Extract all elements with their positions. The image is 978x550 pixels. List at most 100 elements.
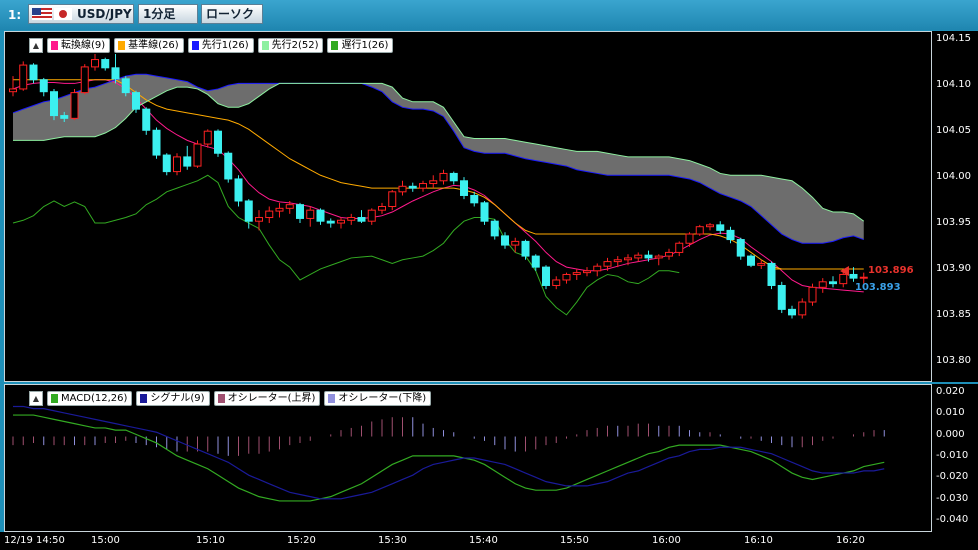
candle (142, 107, 151, 135)
chart-type-selector[interactable]: ローソク (201, 4, 263, 24)
candle (214, 129, 222, 157)
price-tick-label: 103.95 (936, 216, 971, 228)
bid-price-tag: 103.893 (855, 282, 901, 293)
candle (337, 217, 345, 229)
candle (91, 54, 99, 71)
time-tick-label: 12/19 14:50 (4, 535, 65, 546)
macd-panel[interactable]: ▲ MACD(12,26) シグナル(9) オシレーター(上昇) オシレーター(下降) (4, 384, 932, 532)
candle (593, 263, 602, 277)
color-swatch-icon (331, 41, 339, 50)
legend-label: シグナル(9) (150, 393, 205, 404)
time-tick-label: 15:20 (287, 535, 316, 546)
candle (152, 127, 161, 159)
candle (654, 254, 663, 266)
candle (419, 180, 427, 192)
candle (39, 77, 48, 97)
candle (736, 237, 745, 260)
color-swatch-icon (140, 394, 148, 403)
candle (80, 64, 89, 95)
candle (378, 202, 386, 214)
candle (777, 281, 786, 314)
title-bar: 1: USD/JPY 1分足 ローソク (0, 0, 978, 30)
macd-svg (12, 405, 885, 502)
candle (716, 221, 725, 235)
candle (111, 54, 120, 84)
time-tick-label: 15:00 (91, 535, 120, 546)
price-legend: ▲ 転換線(9) 基準線(26) 先行1(26) 先行2(52) 遅行1(26) (29, 38, 394, 53)
time-tick-label: 15:40 (469, 535, 498, 546)
color-swatch-icon (51, 394, 58, 403)
macd-tick-label: 0.010 (936, 407, 965, 419)
price-legend-item-4[interactable]: 遅行1(26) (327, 38, 394, 53)
macd-legend-item-2[interactable]: オシレーター(上昇) (213, 391, 321, 406)
collapse-macd-legend-button[interactable]: ▲ (29, 391, 43, 406)
legend-label: 基準線(26) (128, 40, 179, 51)
macd-legend: ▲ MACD(12,26) シグナル(9) オシレーター(上昇) オシレーター(下降) (29, 391, 432, 406)
price-legend-item-0[interactable]: 転換線(9) (47, 38, 111, 53)
candle (511, 237, 520, 253)
macd-tick-label: -0.010 (936, 450, 969, 461)
candle (234, 175, 243, 207)
price-tick-label: 103.80 (936, 354, 971, 366)
price-legend-item-2[interactable]: 先行1(26) (187, 38, 254, 53)
macd-legend-item-0[interactable]: MACD(12,26) (47, 391, 133, 406)
candle (193, 140, 202, 168)
candle (9, 76, 17, 97)
candle (357, 210, 366, 224)
candle (460, 177, 468, 200)
symbol-label: USD/JPY (77, 7, 132, 21)
time-tick-label: 16:10 (744, 535, 773, 546)
macd-legend-item-1[interactable]: シグナル(9) (136, 391, 210, 406)
price-tick-label: 103.90 (936, 262, 971, 274)
collapse-legend-button[interactable]: ▲ (29, 38, 43, 53)
color-swatch-icon (51, 41, 58, 50)
price-chart-panel[interactable]: ▲ 転換線(9) 基準線(26) 先行1(26) 先行2(52) 遅行1(26) (4, 31, 932, 382)
candle (316, 208, 325, 225)
macd-axis: 0.020 0.010 0.000 -0.010 -0.020 -0.030 -0.040 (932, 384, 978, 532)
us-flag-icon (32, 8, 52, 20)
macd-tick-label: -0.020 (936, 471, 969, 483)
candle (706, 223, 714, 231)
candle (808, 283, 817, 306)
candle (531, 254, 540, 271)
candle (521, 239, 530, 260)
macd-tick-label: -0.030 (936, 492, 969, 504)
candle (162, 153, 171, 176)
time-tick-label: 16:00 (652, 535, 681, 546)
candle (296, 202, 304, 224)
time-tick-label: 15:30 (378, 535, 407, 546)
candle (203, 129, 212, 148)
candle (747, 254, 755, 268)
candle (173, 153, 181, 176)
time-tick-label: 15:10 (196, 535, 225, 546)
candle (132, 90, 140, 113)
candle (265, 206, 274, 224)
candle (449, 171, 458, 185)
price-axis: 104.15 104.10 104.05 104.00 103.95 103.90 103.… (932, 31, 978, 382)
color-swatch-icon (261, 41, 269, 50)
candle (572, 268, 581, 280)
candle (101, 57, 110, 71)
series-line-4 (12, 174, 680, 316)
candle (306, 206, 315, 227)
symbol-selector[interactable]: USD/JPY (28, 4, 134, 24)
macd-tick-label: 0.020 (936, 385, 965, 397)
price-tick-label: 104.15 (936, 33, 971, 45)
timeframe-selector[interactable]: 1分足 (138, 4, 198, 24)
color-swatch-icon (217, 394, 225, 403)
candle (429, 175, 438, 189)
macd-legend-item-3[interactable]: オシレーター(下降) (324, 391, 432, 406)
price-tick-label: 104.05 (936, 125, 971, 137)
price-legend-item-3[interactable]: 先行2(52) (257, 38, 324, 53)
time-tick-label: 16:20 (836, 535, 865, 546)
price-legend-item-1[interactable]: 基準線(26) (114, 38, 184, 53)
price-tick-label: 103.85 (936, 308, 971, 320)
candle (398, 180, 407, 196)
legend-label: 先行1(26) (201, 40, 249, 51)
candle (665, 248, 673, 260)
legend-label: 転換線(9) (61, 40, 106, 51)
candle (183, 145, 192, 170)
candle (50, 88, 58, 121)
legend-label: MACD(12,26) (61, 393, 128, 404)
legend-label: 先行2(52) (271, 40, 319, 51)
